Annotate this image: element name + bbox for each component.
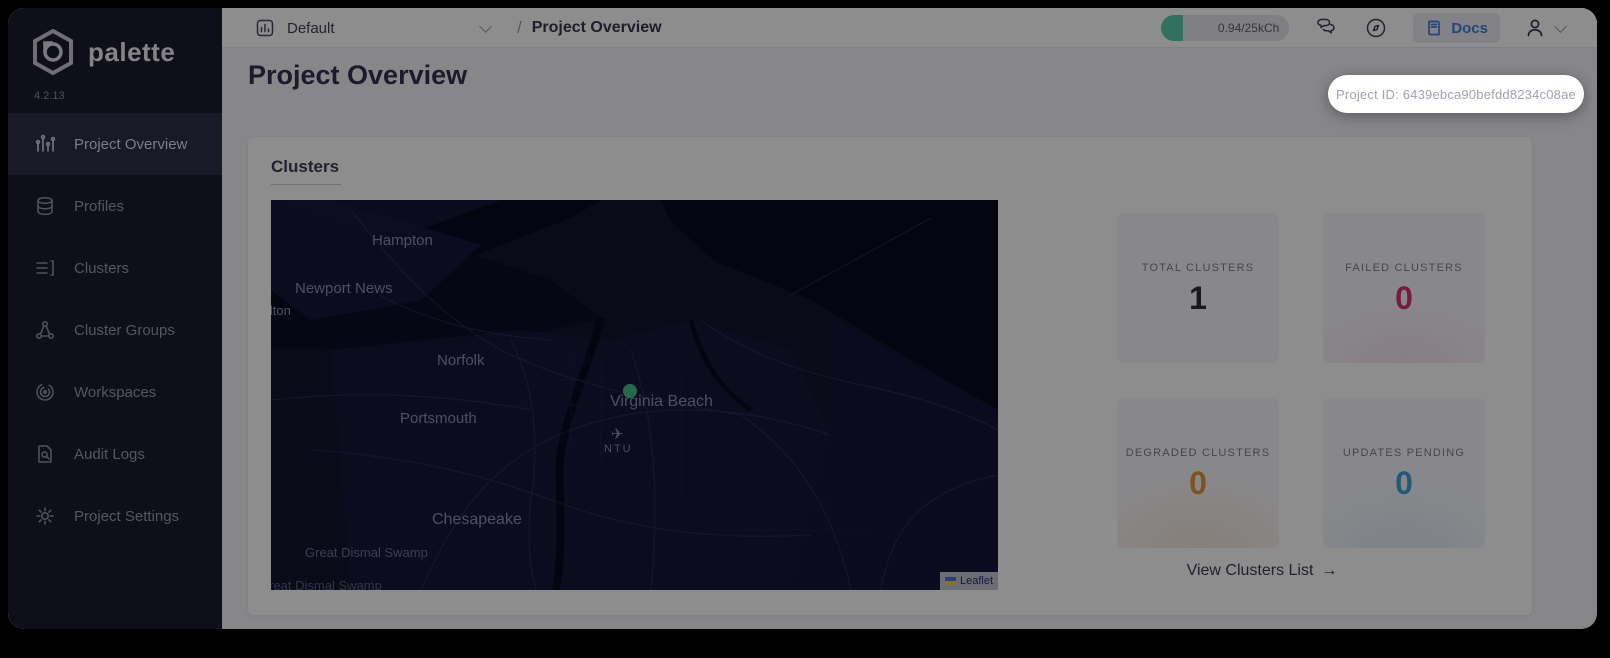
project-id-tooltip: Project ID: 6439ebca90befdd8234c08ae	[1328, 75, 1584, 113]
app-window: palette 4.2.13 Project Overview Profiles	[8, 8, 1597, 629]
